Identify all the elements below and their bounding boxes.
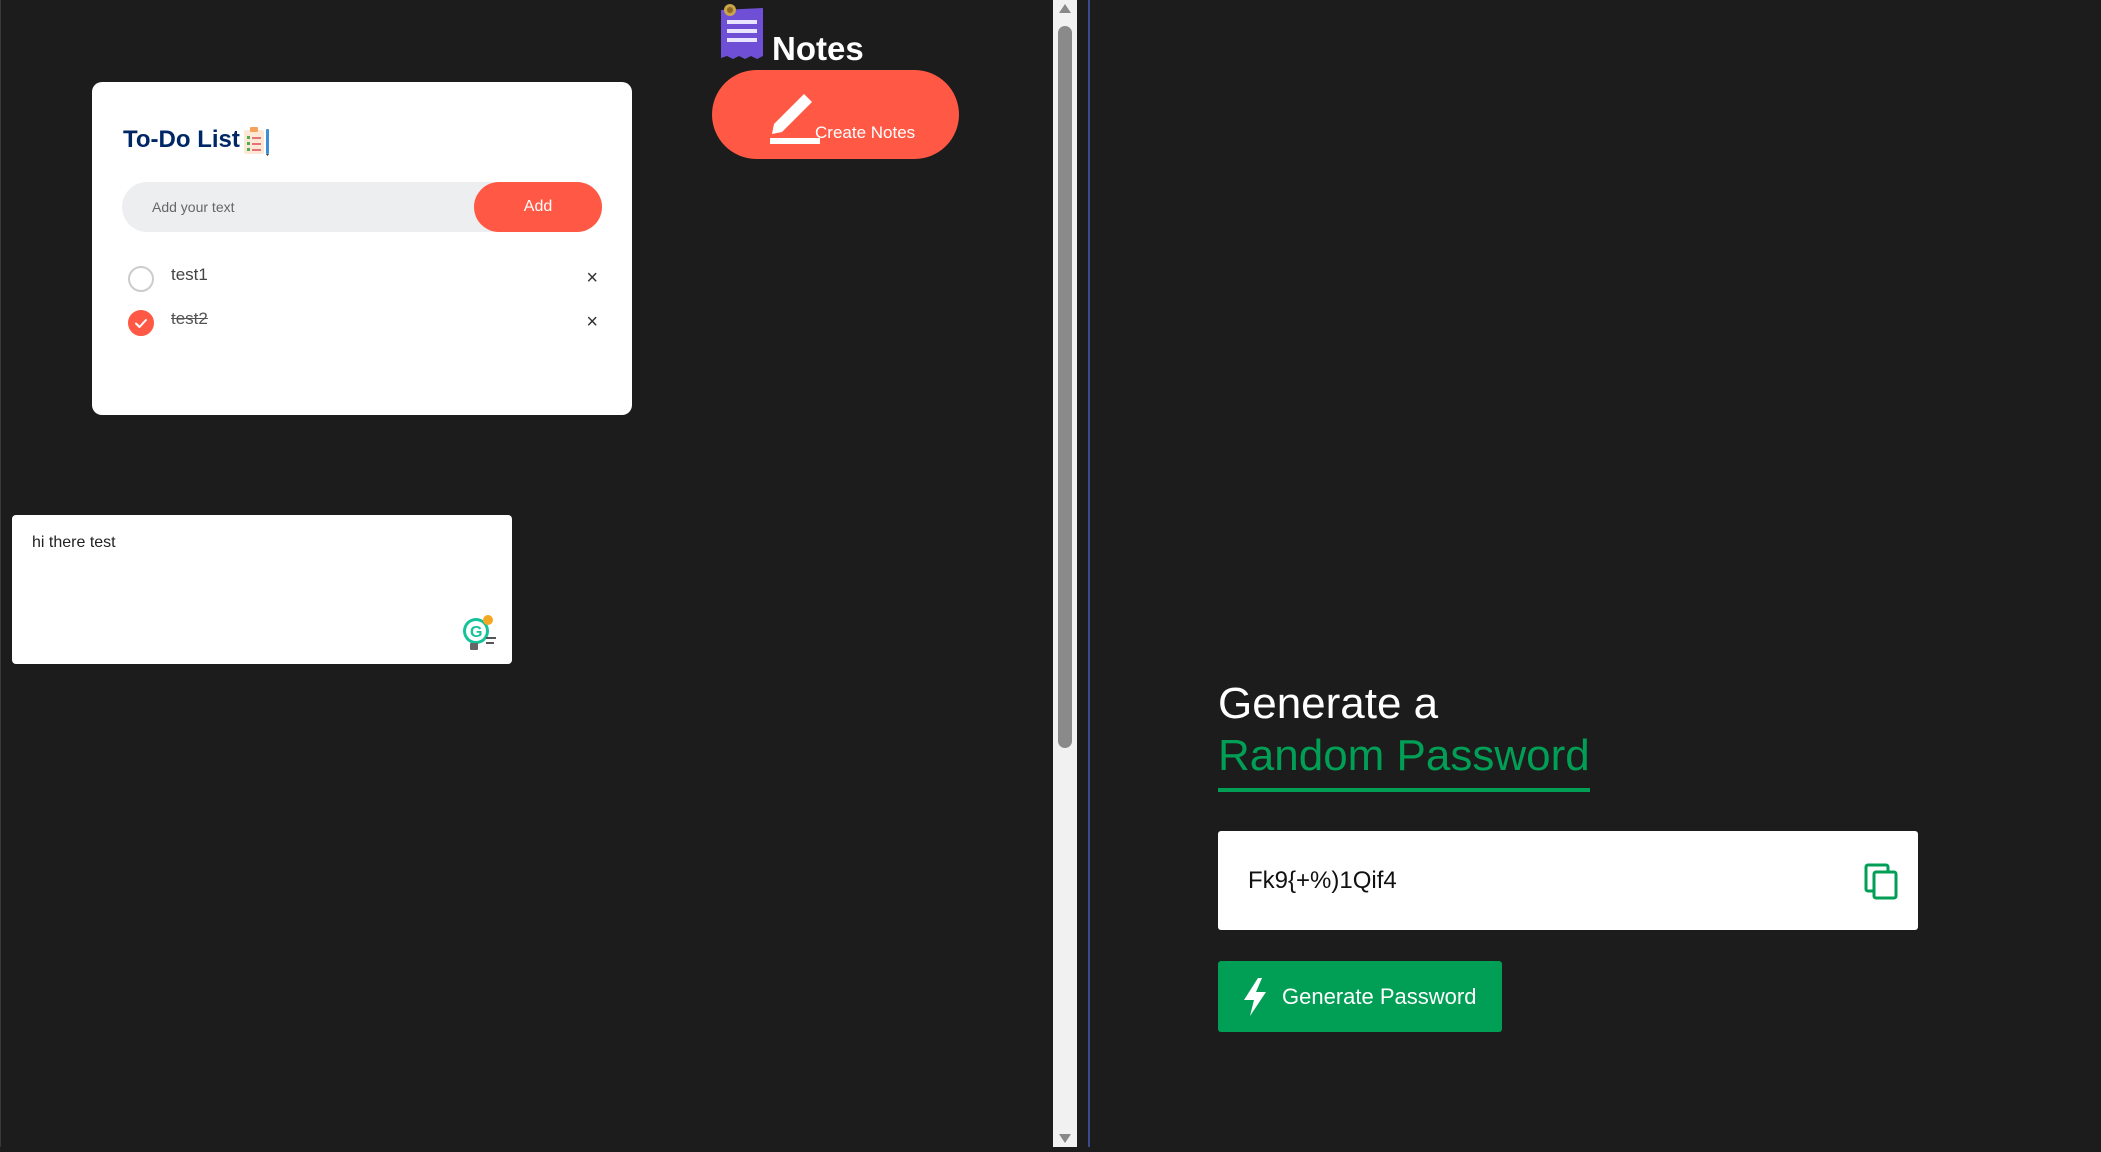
add-button[interactable]: Add	[474, 182, 602, 232]
pencil-icon	[760, 84, 822, 144]
scroll-down-arrow-icon[interactable]	[1053, 1129, 1077, 1147]
generator-heading: Generate a Random Password	[1218, 678, 1590, 792]
svg-text:G: G	[470, 624, 482, 641]
notes-title: Notes	[772, 30, 864, 67]
check-icon	[135, 319, 147, 328]
password-value: Fk9{+%)1Qif4	[1248, 867, 1397, 894]
todo-title-text: To-Do List	[123, 126, 240, 153]
copy-icon[interactable]	[1862, 861, 1902, 901]
task-item[interactable]: test1 ×	[128, 263, 598, 295]
close-icon[interactable]: ×	[586, 311, 598, 334]
task-label: test1	[171, 265, 208, 284]
scrollbar-thumb[interactable]	[1058, 26, 1072, 748]
grammarly-icon[interactable]: G	[462, 615, 500, 651]
scrollbar[interactable]	[1053, 0, 1077, 1147]
task-checkbox[interactable]	[128, 266, 154, 292]
todo-title: To-Do List	[123, 126, 269, 156]
pane-divider	[1088, 0, 1090, 1147]
checklist-icon	[242, 126, 269, 156]
task-item[interactable]: test2 ×	[128, 307, 598, 339]
create-notes-button[interactable]: Create Notes	[712, 70, 959, 159]
task-label: test2	[171, 309, 208, 328]
notes-icon	[717, 2, 767, 60]
todo-input[interactable]	[122, 182, 462, 232]
heading-line1: Generate a	[1218, 679, 1439, 728]
todo-input-row: Add	[122, 182, 602, 232]
generate-password-button[interactable]: Generate Password	[1218, 961, 1502, 1032]
bolt-icon	[1242, 978, 1268, 1016]
scroll-up-arrow-icon[interactable]	[1053, 0, 1077, 18]
note-textbox[interactable]: hi there test G	[12, 515, 512, 664]
task-checkbox-checked[interactable]	[128, 310, 154, 336]
todo-card: To-Do List Add test1 ×	[92, 82, 632, 415]
generate-password-label: Generate Password	[1282, 984, 1477, 1009]
close-icon[interactable]: ×	[586, 267, 598, 290]
password-display[interactable]: Fk9{+%)1Qif4	[1218, 831, 1918, 930]
note-text: hi there test	[32, 534, 116, 551]
create-notes-label: Create Notes	[815, 123, 916, 142]
heading-line2: Random Password	[1218, 730, 1590, 792]
